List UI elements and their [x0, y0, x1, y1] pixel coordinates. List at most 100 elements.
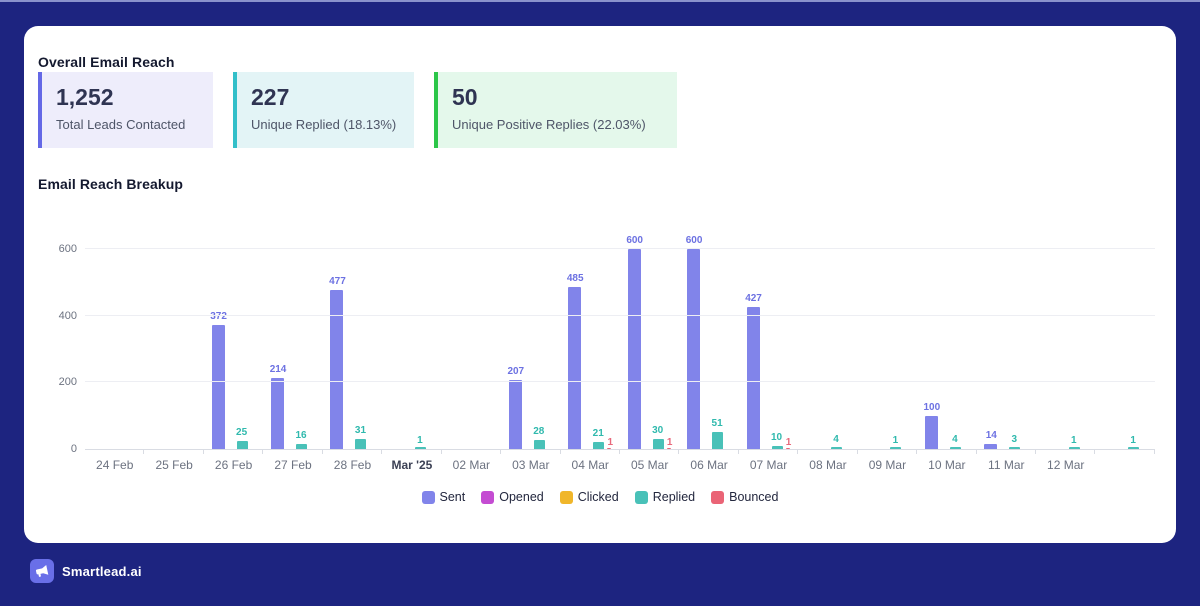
x-axis-tick: [916, 449, 917, 454]
x-axis-tick: [143, 449, 144, 454]
email-reach-breakup-title: Email Reach Breakup: [38, 176, 183, 192]
x-axis-label: 07 Mar: [739, 458, 798, 472]
legend-swatch: [481, 491, 494, 504]
email-reach-chart: 0200400600 37225214164773112072848521160…: [24, 250, 1176, 450]
x-axis-label: 09 Mar: [858, 458, 917, 472]
brand-footer: Smartlead.ai: [30, 559, 142, 583]
bar-value-label: 1: [786, 437, 792, 448]
bar-value-label: 477: [329, 276, 346, 287]
bar-value-label: 214: [270, 364, 287, 375]
y-axis: 0200400600: [24, 250, 77, 450]
x-axis-tick: [1035, 449, 1036, 454]
x-axis-tick: [560, 449, 561, 454]
legend-label: Sent: [440, 490, 466, 504]
chart-category: 1: [1036, 250, 1095, 449]
x-axis-tick: [1094, 449, 1095, 454]
bar-value-label: 14: [986, 430, 997, 441]
stat-value: 227: [251, 84, 398, 110]
chart-category: 1: [858, 250, 917, 449]
bar-groups: 3722521416477311207284852116003016005142…: [85, 250, 1155, 449]
analytics-card: Overall Email Reach 1,252 Total Leads Co…: [24, 26, 1176, 543]
legend-item-bounced[interactable]: Bounced: [711, 490, 778, 504]
bar-value-label: 1: [667, 437, 673, 448]
gridline: [85, 381, 1155, 382]
x-axis-tick: [678, 449, 679, 454]
y-axis-label: 200: [24, 376, 77, 388]
bar-value-label: 21: [593, 428, 604, 439]
legend-label: Bounced: [729, 490, 778, 504]
legend-swatch: [422, 491, 435, 504]
bar-value-label: 427: [745, 293, 762, 304]
bar-replied: [355, 439, 366, 449]
bar-value-label: 51: [712, 418, 723, 429]
legend-item-opened[interactable]: Opened: [481, 490, 543, 504]
bar-replied: [653, 439, 664, 449]
x-axis-label: 26 Feb: [204, 458, 263, 472]
bar-value-label: 485: [567, 273, 584, 284]
x-axis-label: [1095, 458, 1154, 472]
x-axis-label: 25 Feb: [144, 458, 203, 472]
gridline: [85, 315, 1155, 316]
stat-value: 50: [452, 84, 661, 110]
x-axis-label: 24 Feb: [85, 458, 144, 472]
x-axis-label: 11 Mar: [977, 458, 1036, 472]
bar-replied: [1069, 447, 1080, 449]
bar-value-label: 1: [607, 437, 613, 448]
bar-sent: [687, 249, 700, 449]
x-axis-tick: [500, 449, 501, 454]
legend-label: Replied: [653, 490, 695, 504]
x-axis-label: 27 Feb: [263, 458, 322, 472]
bar-replied: [296, 444, 307, 449]
chart-category: [85, 250, 144, 449]
chart-category: 1004: [917, 250, 976, 449]
bar-sent: [984, 444, 997, 449]
legend-item-clicked[interactable]: Clicked: [560, 490, 619, 504]
bar-value-label: 1: [1130, 435, 1136, 446]
chart-category: 485 211: [561, 250, 620, 449]
bar-replied: [712, 432, 723, 449]
stat-label: Total Leads Contacted: [56, 117, 197, 132]
chart-category: 21416: [263, 250, 322, 449]
gridline: [85, 248, 1155, 249]
x-axis-label: 28 Feb: [323, 458, 382, 472]
bar-replied: [772, 446, 783, 449]
x-axis-tick: [619, 449, 620, 454]
x-axis-label: Mar '25: [382, 458, 441, 472]
stat-card-total-leads: 1,252 Total Leads Contacted: [38, 72, 213, 148]
x-axis-tick: [322, 449, 323, 454]
x-axis-tick: [1154, 449, 1155, 454]
y-axis-label: 400: [24, 310, 77, 322]
x-axis-label: 04 Mar: [561, 458, 620, 472]
top-accent-line: [0, 0, 1200, 2]
bar-bounced: [786, 448, 790, 449]
megaphone-icon: [30, 559, 54, 583]
x-axis-tick: [203, 449, 204, 454]
chart-category: 427101: [739, 250, 798, 449]
bar-value-label: 4: [952, 434, 958, 445]
bar-value-label: 372: [210, 311, 227, 322]
chart-category: 60051: [679, 250, 738, 449]
legend-item-sent[interactable]: Sent: [422, 490, 466, 504]
bar-value-label: 28: [533, 426, 544, 437]
x-axis-tick: [857, 449, 858, 454]
bar-value-label: 25: [236, 427, 247, 438]
chart-category: 20728: [501, 250, 560, 449]
stat-card-positive-replies: 50 Unique Positive Replies (22.03%): [434, 72, 677, 148]
stats-row: 1,252 Total Leads Contacted 227 Unique R…: [38, 72, 677, 148]
stat-label: Unique Positive Replies (22.03%): [452, 117, 661, 132]
legend-swatch: [635, 491, 648, 504]
bar-replied: [534, 440, 545, 449]
x-axis-label: 08 Mar: [798, 458, 857, 472]
legend-swatch: [711, 491, 724, 504]
x-axis-tick: [441, 449, 442, 454]
bar-value-label: 4: [833, 434, 839, 445]
x-axis-label: 10 Mar: [917, 458, 976, 472]
bar-bounced: [667, 448, 671, 449]
bar-replied: [890, 447, 901, 449]
x-axis: 24 Feb25 Feb26 Feb27 Feb28 FebMar '2502 …: [85, 458, 1155, 472]
x-axis-label: 06 Mar: [679, 458, 738, 472]
bar-sent: [925, 416, 938, 449]
chart-category: 372 25: [204, 250, 263, 449]
bar-replied: [1009, 447, 1020, 449]
legend-item-replied[interactable]: Replied: [635, 490, 695, 504]
